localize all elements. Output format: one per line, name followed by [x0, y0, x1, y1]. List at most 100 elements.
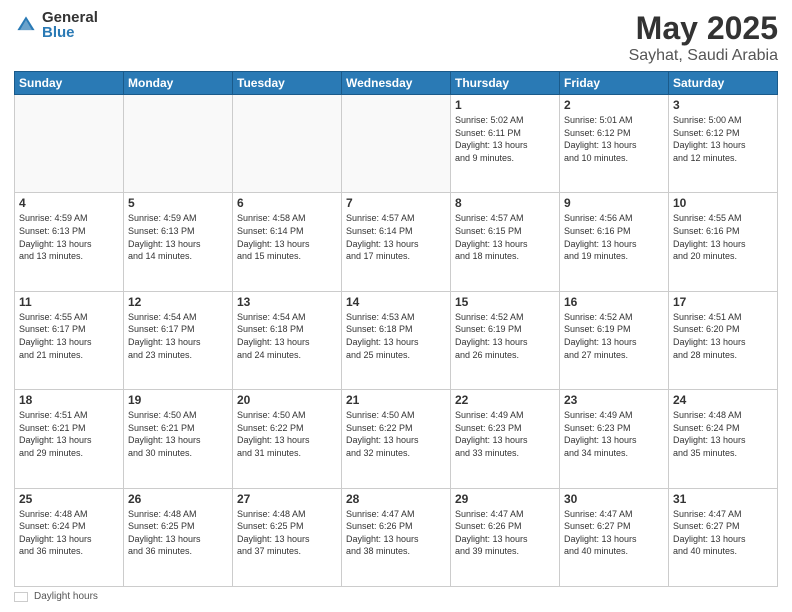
calendar-cell: 12 Sunrise: 4:54 AM Sunset: 6:17 PM Dayli…: [124, 291, 233, 389]
title-month: May 2025: [629, 10, 778, 47]
calendar-cell: 4 Sunrise: 4:59 AM Sunset: 6:13 PM Daylig…: [15, 193, 124, 291]
day-info: Sunrise: 4:54 AM Sunset: 6:17 PM Dayligh…: [128, 311, 228, 361]
day-info: Sunrise: 4:59 AM Sunset: 6:13 PM Dayligh…: [128, 212, 228, 262]
calendar-cell: 1 Sunrise: 5:02 AM Sunset: 6:11 PM Daylig…: [451, 95, 560, 193]
day-number: 7: [346, 196, 446, 210]
day-number: 26: [128, 492, 228, 506]
day-info: Sunrise: 4:55 AM Sunset: 6:16 PM Dayligh…: [673, 212, 773, 262]
footer-box: [14, 592, 28, 602]
calendar-week-5: 25 Sunrise: 4:48 AM Sunset: 6:24 PM Dayli…: [15, 488, 778, 586]
calendar-cell: 3Sunrise: 5:00 AM Sunset: 6:12 PM Daylig…: [669, 95, 778, 193]
calendar-cell: 6Sunrise: 4:58 AM Sunset: 6:14 PM Daylig…: [233, 193, 342, 291]
day-info: Sunrise: 4:51 AM Sunset: 6:20 PM Dayligh…: [673, 311, 773, 361]
day-info: Sunrise: 4:58 AM Sunset: 6:14 PM Dayligh…: [237, 212, 337, 262]
day-number: 19: [128, 393, 228, 407]
logo-general-text: General: [42, 10, 98, 25]
day-number: 8: [455, 196, 555, 210]
day-number: 25: [19, 492, 119, 506]
day-number: 2: [564, 98, 664, 112]
day-number: 11: [19, 295, 119, 309]
day-number: 15: [455, 295, 555, 309]
calendar-week-1: 1 Sunrise: 5:02 AM Sunset: 6:11 PM Daylig…: [15, 95, 778, 193]
calendar-table: SundayMondayTuesdayWednesdayThursdayFrid…: [14, 71, 778, 587]
day-info: Sunrise: 4:48 AM Sunset: 6:24 PM Dayligh…: [19, 508, 119, 558]
calendar-cell: [15, 95, 124, 193]
logo-blue-text: Blue: [42, 25, 98, 40]
calendar-header-friday: Friday: [560, 72, 669, 95]
calendar-cell: 14Sunrise: 4:53 AM Sunset: 6:18 PM Dayli…: [342, 291, 451, 389]
calendar-cell: 29Sunrise: 4:47 AM Sunset: 6:26 PM Dayli…: [451, 488, 560, 586]
day-info: Sunrise: 4:56 AM Sunset: 6:16 PM Dayligh…: [564, 212, 664, 262]
calendar-cell: 28 Sunrise: 4:47 AM Sunset: 6:26 PM Dayli…: [342, 488, 451, 586]
day-info: Sunrise: 4:47 AM Sunset: 6:26 PM Dayligh…: [346, 508, 446, 558]
logo: General Blue: [14, 10, 98, 40]
day-info: Sunrise: 4:47 AM Sunset: 6:26 PM Dayligh…: [455, 508, 555, 558]
calendar-header-saturday: Saturday: [669, 72, 778, 95]
day-number: 21: [346, 393, 446, 407]
calendar-cell: 8 Sunrise: 4:57 AM Sunset: 6:15 PM Daylig…: [451, 193, 560, 291]
day-info: Sunrise: 4:50 AM Sunset: 6:22 PM Dayligh…: [346, 409, 446, 459]
calendar-cell: 10 Sunrise: 4:55 AM Sunset: 6:16 PM Dayli…: [669, 193, 778, 291]
day-number: 12: [128, 295, 228, 309]
logo-icon: [14, 13, 38, 37]
day-number: 18: [19, 393, 119, 407]
footer: Daylight hours: [14, 591, 778, 602]
day-info: Sunrise: 4:50 AM Sunset: 6:22 PM Dayligh…: [237, 409, 337, 459]
day-info: Sunrise: 4:57 AM Sunset: 6:15 PM Dayligh…: [455, 212, 555, 262]
day-number: 1: [455, 98, 555, 112]
calendar-cell: [124, 95, 233, 193]
day-number: 20: [237, 393, 337, 407]
day-info: Sunrise: 4:54 AM Sunset: 6:18 PM Dayligh…: [237, 311, 337, 361]
calendar-cell: [342, 95, 451, 193]
day-number: 28: [346, 492, 446, 506]
calendar-cell: 26 Sunrise: 4:48 AM Sunset: 6:25 PM Dayli…: [124, 488, 233, 586]
day-number: 23: [564, 393, 664, 407]
day-info: Sunrise: 4:55 AM Sunset: 6:17 PM Dayligh…: [19, 311, 119, 361]
day-number: 5: [128, 196, 228, 210]
day-info: Sunrise: 5:00 AM Sunset: 6:12 PM Dayligh…: [673, 114, 773, 164]
day-info: Sunrise: 4:51 AM Sunset: 6:21 PM Dayligh…: [19, 409, 119, 459]
day-info: Sunrise: 4:57 AM Sunset: 6:14 PM Dayligh…: [346, 212, 446, 262]
calendar-cell: 25 Sunrise: 4:48 AM Sunset: 6:24 PM Dayli…: [15, 488, 124, 586]
day-info: Sunrise: 4:48 AM Sunset: 6:24 PM Dayligh…: [673, 409, 773, 459]
page: General Blue May 2025 Sayhat, Saudi Arab…: [0, 0, 792, 612]
calendar-cell: 2 Sunrise: 5:01 AM Sunset: 6:12 PM Daylig…: [560, 95, 669, 193]
day-number: 24: [673, 393, 773, 407]
title-location: Sayhat, Saudi Arabia: [629, 47, 778, 65]
calendar-header-monday: Monday: [124, 72, 233, 95]
calendar-cell: [233, 95, 342, 193]
day-info: Sunrise: 4:52 AM Sunset: 6:19 PM Dayligh…: [564, 311, 664, 361]
day-info: Sunrise: 4:49 AM Sunset: 6:23 PM Dayligh…: [455, 409, 555, 459]
day-info: Sunrise: 4:48 AM Sunset: 6:25 PM Dayligh…: [128, 508, 228, 558]
day-info: Sunrise: 4:47 AM Sunset: 6:27 PM Dayligh…: [564, 508, 664, 558]
day-number: 4: [19, 196, 119, 210]
calendar-cell: 27Sunrise: 4:48 AM Sunset: 6:25 PM Dayli…: [233, 488, 342, 586]
day-info: Sunrise: 5:01 AM Sunset: 6:12 PM Dayligh…: [564, 114, 664, 164]
day-number: 13: [237, 295, 337, 309]
calendar-cell: 9 Sunrise: 4:56 AM Sunset: 6:16 PM Daylig…: [560, 193, 669, 291]
day-number: 22: [455, 393, 555, 407]
day-info: Sunrise: 5:02 AM Sunset: 6:11 PM Dayligh…: [455, 114, 555, 164]
day-info: Sunrise: 4:50 AM Sunset: 6:21 PM Dayligh…: [128, 409, 228, 459]
day-info: Sunrise: 4:59 AM Sunset: 6:13 PM Dayligh…: [19, 212, 119, 262]
day-info: Sunrise: 4:52 AM Sunset: 6:19 PM Dayligh…: [455, 311, 555, 361]
day-info: Sunrise: 4:53 AM Sunset: 6:18 PM Dayligh…: [346, 311, 446, 361]
day-number: 31: [673, 492, 773, 506]
day-info: Sunrise: 4:48 AM Sunset: 6:25 PM Dayligh…: [237, 508, 337, 558]
calendar-cell: 17Sunrise: 4:51 AM Sunset: 6:20 PM Dayli…: [669, 291, 778, 389]
calendar-cell: 20 Sunrise: 4:50 AM Sunset: 6:22 PM Dayli…: [233, 390, 342, 488]
day-number: 9: [564, 196, 664, 210]
calendar-header-thursday: Thursday: [451, 72, 560, 95]
header: General Blue May 2025 Sayhat, Saudi Arab…: [14, 10, 778, 65]
calendar-cell: 7 Sunrise: 4:57 AM Sunset: 6:14 PM Daylig…: [342, 193, 451, 291]
calendar-cell: 23 Sunrise: 4:49 AM Sunset: 6:23 PM Dayli…: [560, 390, 669, 488]
calendar-cell: 31Sunrise: 4:47 AM Sunset: 6:27 PM Dayli…: [669, 488, 778, 586]
calendar-week-2: 4 Sunrise: 4:59 AM Sunset: 6:13 PM Daylig…: [15, 193, 778, 291]
day-info: Sunrise: 4:49 AM Sunset: 6:23 PM Dayligh…: [564, 409, 664, 459]
calendar-cell: 11 Sunrise: 4:55 AM Sunset: 6:17 PM Dayli…: [15, 291, 124, 389]
day-number: 10: [673, 196, 773, 210]
calendar-cell: 18 Sunrise: 4:51 AM Sunset: 6:21 PM Dayli…: [15, 390, 124, 488]
calendar-cell: 24 Sunrise: 4:48 AM Sunset: 6:24 PM Dayli…: [669, 390, 778, 488]
day-number: 16: [564, 295, 664, 309]
title-block: May 2025 Sayhat, Saudi Arabia: [629, 10, 778, 65]
